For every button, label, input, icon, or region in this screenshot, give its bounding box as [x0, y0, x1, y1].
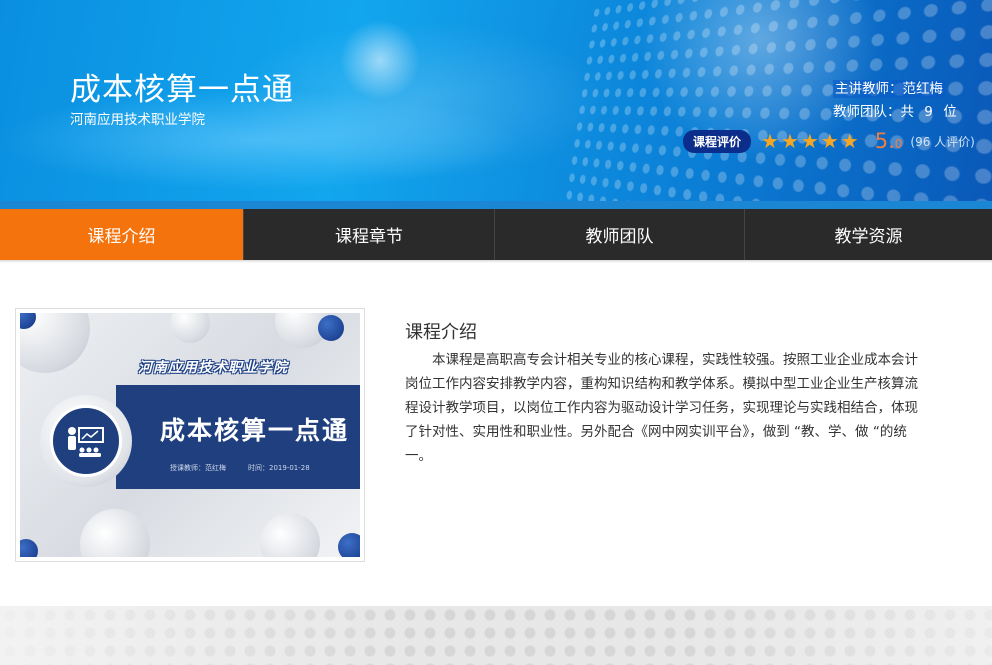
nav-shadow: [0, 260, 992, 263]
course-cover-image: 河南应用技术职业学院 成本核算一点通 授课教师：范红梅 时间：2019-01-2…: [20, 313, 360, 557]
cover-teacher: 授课教师：范红梅: [170, 463, 226, 473]
rating-count: (96 人评价): [910, 133, 974, 150]
intro-title: 课程介绍: [405, 318, 477, 344]
cover-school-name: 河南应用技术职业学院: [138, 357, 288, 377]
course-title: 成本核算一点通: [70, 64, 294, 109]
course-cover-frame: 河南应用技术职业学院 成本核算一点通 授课教师：范红梅 时间：2019-01-2…: [15, 308, 365, 562]
course-rating: 课程评价 ★ ★ ★ ★ ★ 5.0 (96 人评价): [683, 130, 975, 152]
lead-teacher[interactable]: 主讲教师：范红梅: [833, 80, 945, 98]
rating-stars: ★ ★ ★ ★ ★: [761, 131, 859, 151]
course-nav: 课程介绍 课程章节 教师团队 教学资源: [0, 209, 992, 260]
cover-meta: 授课教师：范红梅 时间：2019-01-28: [170, 463, 310, 473]
rating-badge[interactable]: 课程评价: [683, 130, 751, 153]
star-icon: ★: [761, 131, 779, 151]
star-icon: ★: [781, 131, 799, 151]
cover-decor-ball: [318, 315, 344, 341]
footer-fade: [0, 606, 992, 665]
banner-bottom-strip: [0, 201, 992, 209]
tab-teaching-resources[interactable]: 教学资源: [745, 209, 992, 260]
cover-time: 时间：2019-01-28: [248, 463, 310, 473]
tab-course-chapters[interactable]: 课程章节: [244, 209, 495, 260]
cover-course-title: 成本核算一点通: [160, 411, 349, 447]
cover-decor-ball: [338, 533, 360, 557]
tab-course-intro[interactable]: 课程介绍: [0, 209, 244, 260]
presentation-icon: [50, 405, 122, 477]
course-banner: 成本核算一点通 河南应用技术职业学院 主讲教师：范红梅 教师团队：共 9 位 课…: [0, 0, 992, 209]
cover-decor-ball: [260, 513, 320, 557]
cover-decor-ball: [80, 509, 150, 557]
star-icon: ★: [841, 131, 859, 151]
cover-decor-ball: [170, 313, 210, 343]
intro-body: 本课程是高职高专会计相关专业的核心课程，实践性较强。按照工业企业成本会计岗位工作…: [405, 348, 927, 468]
teacher-info: 主讲教师：范红梅 教师团队：共 9 位: [833, 78, 957, 124]
tab-teacher-team[interactable]: 教师团队: [495, 209, 745, 260]
teacher-team-count: 教师团队：共 9 位: [833, 101, 957, 124]
star-icon: ★: [821, 131, 839, 151]
school-name: 河南应用技术职业学院: [70, 108, 205, 128]
cover-decor-ball: [20, 539, 38, 557]
rating-score: 5.0: [875, 129, 903, 153]
star-icon: ★: [801, 131, 819, 151]
